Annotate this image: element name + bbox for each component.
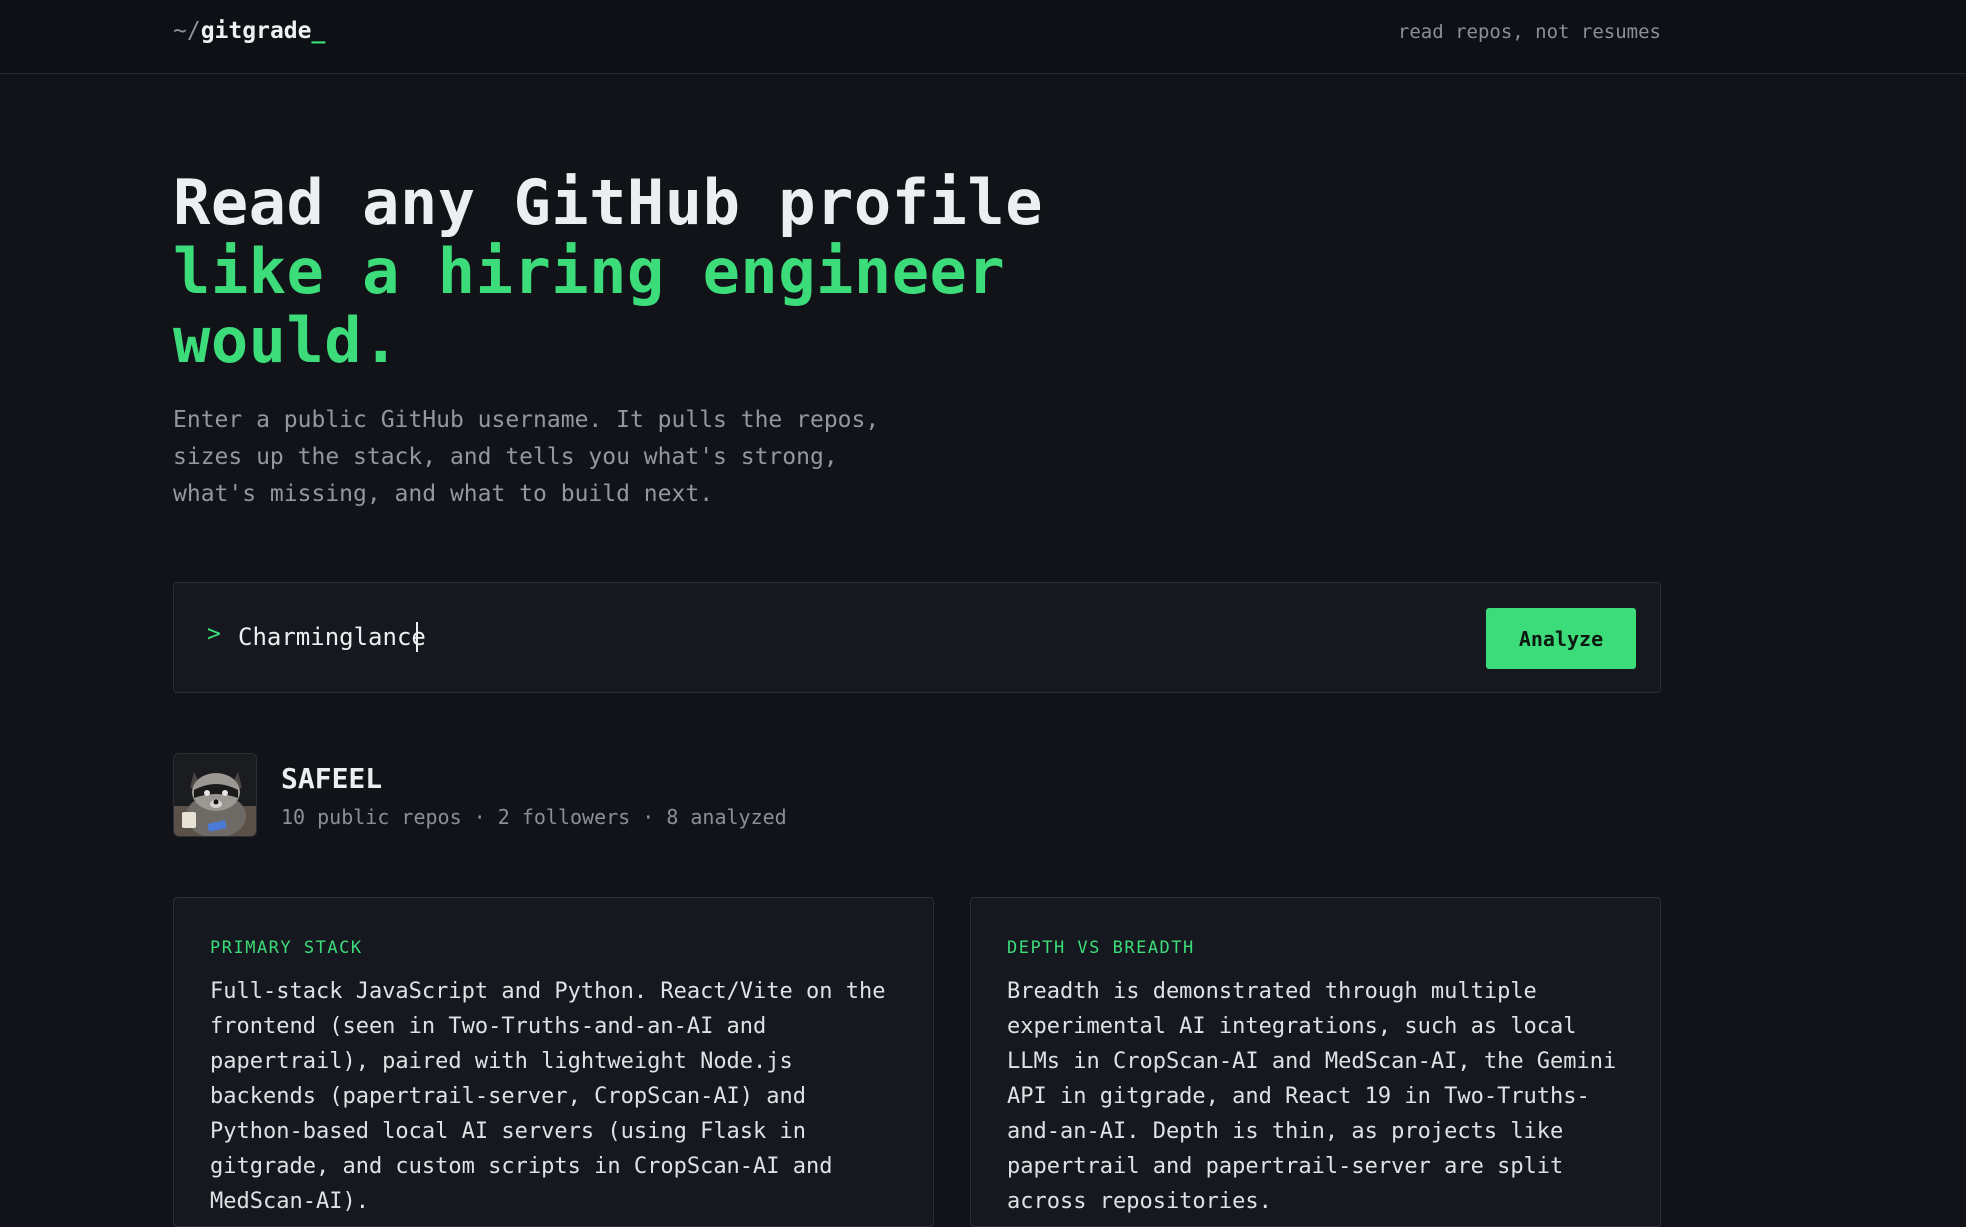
- card-label: DEPTH VS BREADTH: [1007, 938, 1195, 958]
- hero-subtitle: Enter a public GitHub username. It pulls…: [173, 407, 880, 507]
- profile-meta: 10 public repos · 2 followers · 8 analyz…: [281, 805, 787, 829]
- logo-link[interactable]: ~/gitgrade_: [173, 18, 325, 44]
- depth-vs-breadth-card: DEPTH VS BREADTH Breadth is demonstrated…: [970, 897, 1661, 1227]
- hero-title-line1: Read any GitHub profile: [173, 166, 1044, 239]
- hero-title: Read any GitHub profile like a hiring en…: [173, 168, 1043, 375]
- raccoon-avatar-icon: [173, 753, 257, 837]
- text-caret: [416, 622, 418, 652]
- logo-cursor: _: [311, 18, 326, 44]
- card-body: Breadth is demonstrated through multiple…: [1007, 979, 1617, 1214]
- header-tagline: read repos, not resumes: [1397, 21, 1661, 43]
- primary-stack-card: PRIMARY STACK Full-stack JavaScript and …: [173, 897, 934, 1227]
- logo-name: gitgrade: [200, 18, 312, 44]
- username-search-box: > Analyze: [173, 582, 1661, 693]
- prompt-icon: >: [207, 621, 221, 647]
- hero-title-line2: like a hiring engineer would.: [173, 235, 1006, 377]
- top-bar: ~/gitgrade_ read repos, not resumes: [0, 0, 1966, 74]
- profile-name: SAFEEL: [281, 762, 383, 795]
- card-label: PRIMARY STACK: [210, 938, 363, 958]
- logo-prefix: ~/: [173, 18, 201, 44]
- username-input[interactable]: [238, 611, 1338, 663]
- card-body: Full-stack JavaScript and Python. React/…: [210, 979, 886, 1214]
- analyze-button[interactable]: Analyze: [1486, 608, 1636, 669]
